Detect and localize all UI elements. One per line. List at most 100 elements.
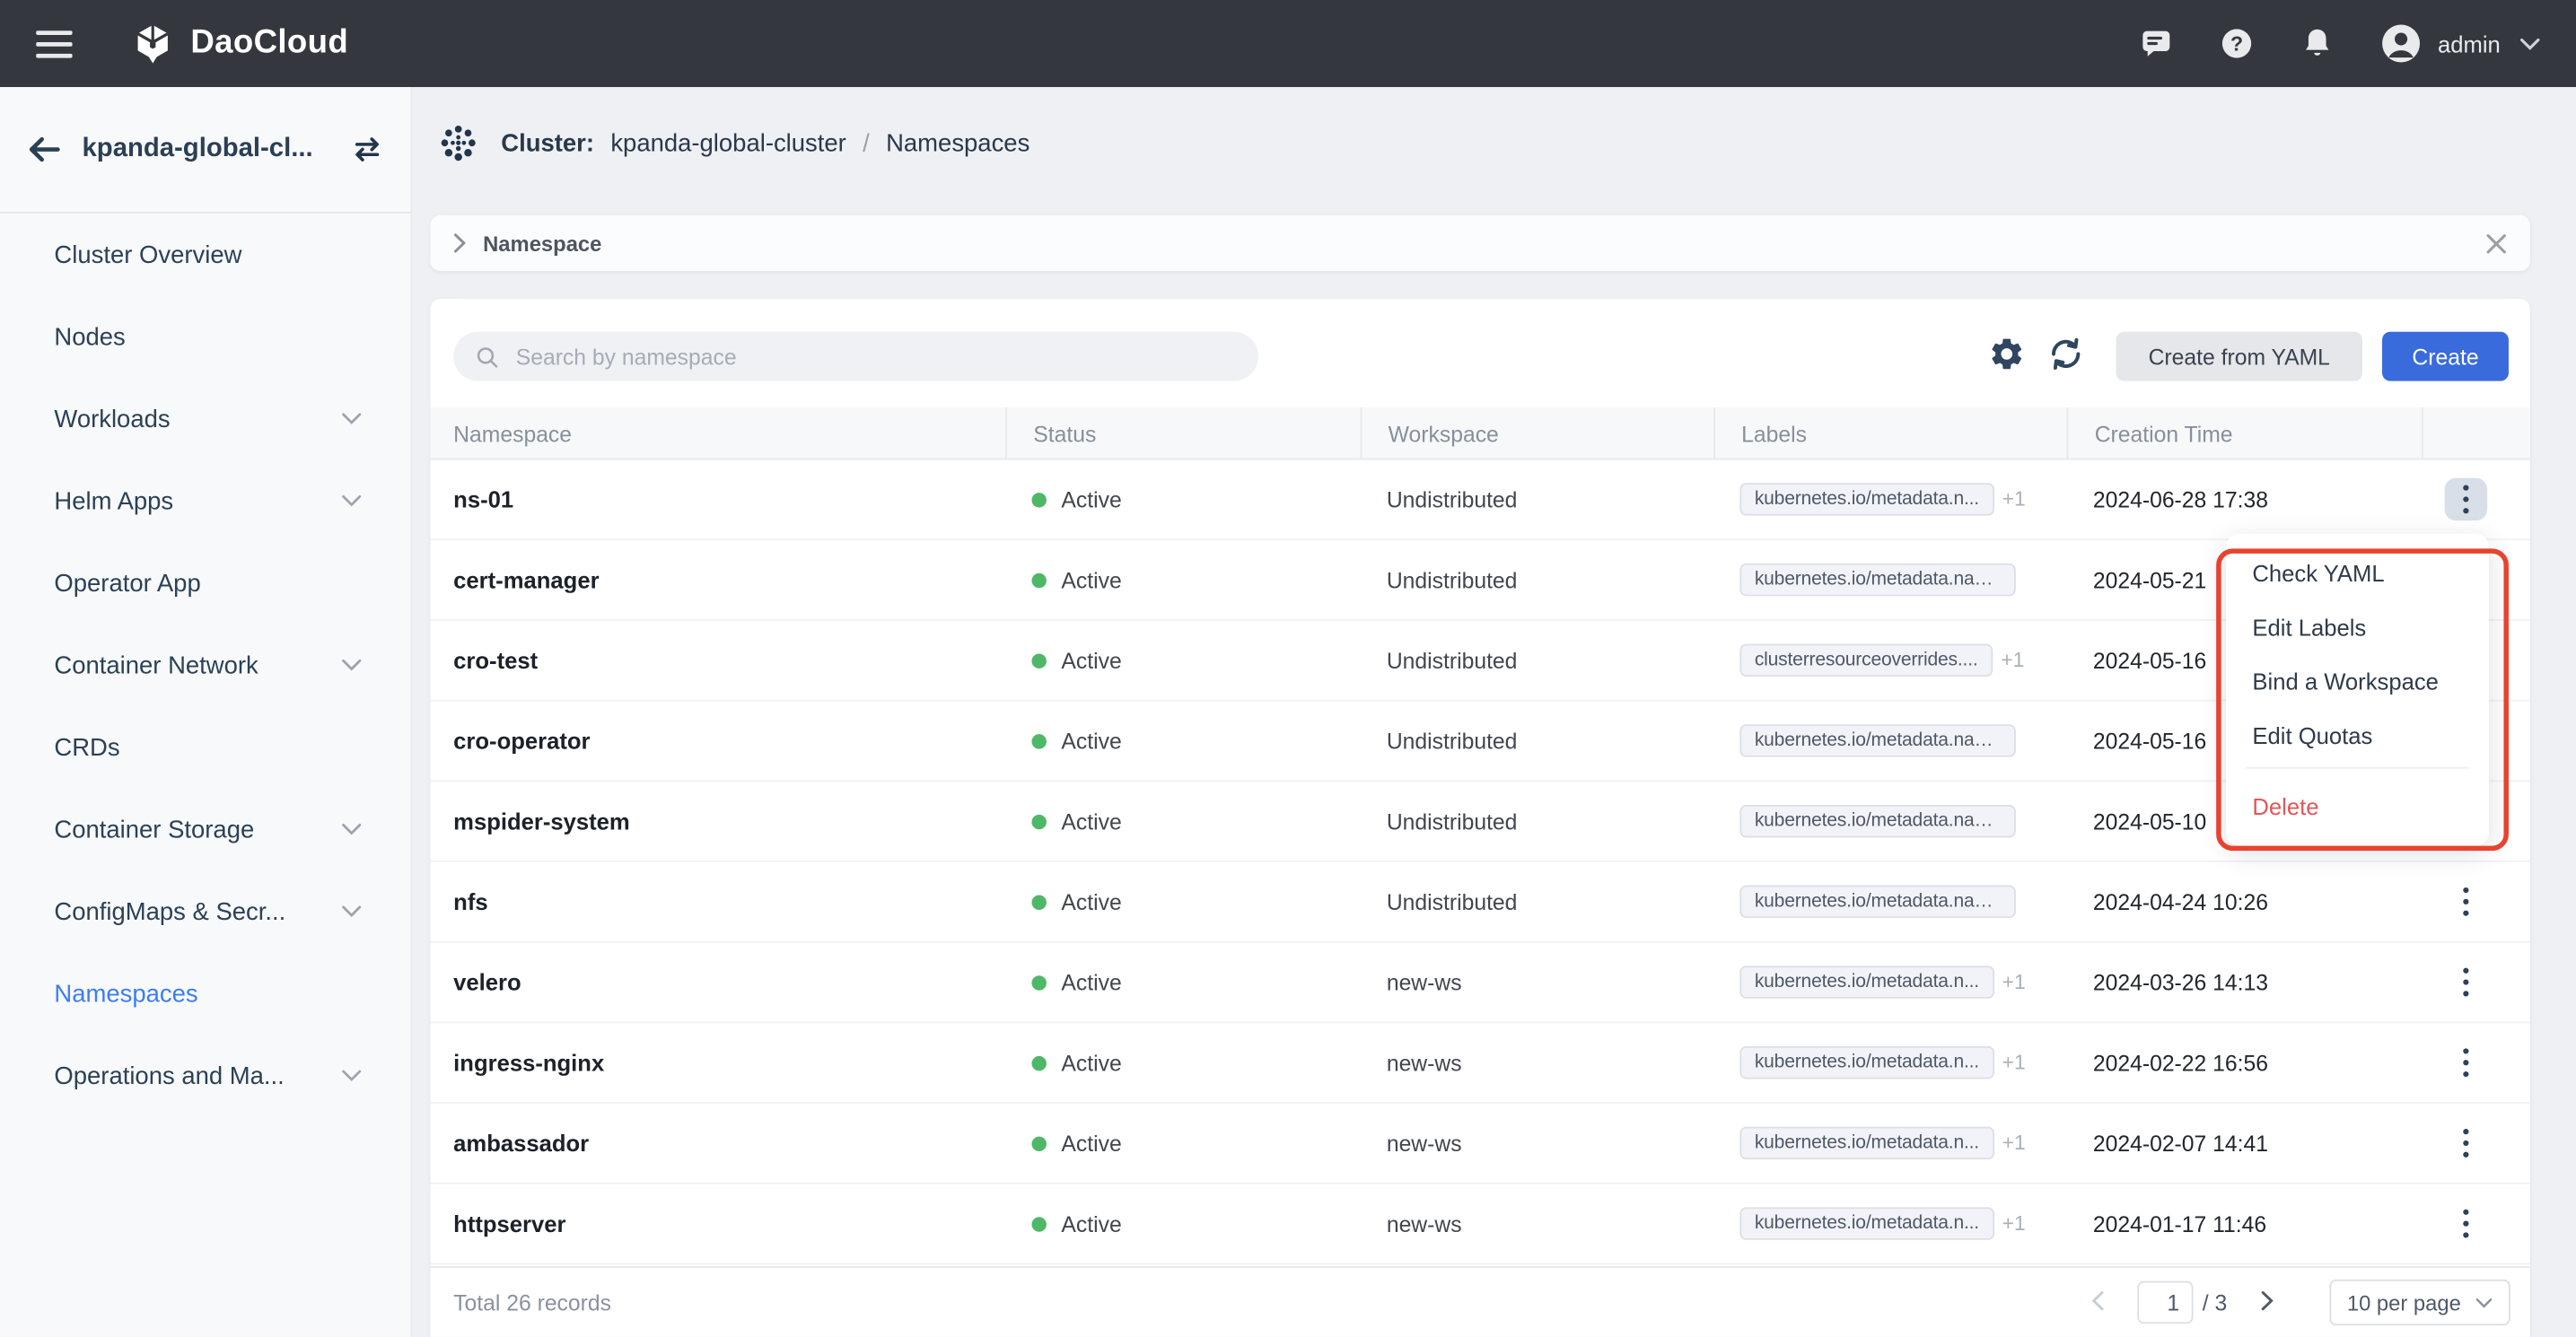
chevron-down-icon bbox=[342, 905, 362, 919]
menu-item-bind-a-workspace[interactable]: Bind a Workspace bbox=[2226, 655, 2489, 709]
sidebar-item-container-network[interactable]: Container Network bbox=[0, 625, 411, 707]
sidebar-item-container-storage[interactable]: Container Storage bbox=[0, 789, 411, 871]
label-more-count[interactable]: +1 bbox=[2001, 649, 2024, 672]
status-text: Active bbox=[1061, 970, 1121, 994]
labels-cell: kubernetes.io/metadata.n... +1 bbox=[1713, 1046, 2067, 1079]
table-row: ns-01ActiveUndistributedkubernetes.io/me… bbox=[431, 459, 2530, 540]
sidebar-item-namespaces[interactable]: Namespaces bbox=[0, 953, 411, 1036]
namespaces-card: Create from YAML Create Namespace Status… bbox=[431, 299, 2530, 1337]
status-dot bbox=[1031, 1216, 1046, 1230]
row-actions-kebab-button[interactable] bbox=[2445, 1122, 2488, 1165]
sidebar-item-label: CRDs bbox=[54, 733, 361, 761]
label-chip[interactable]: kubernetes.io/metadata.n... bbox=[1739, 1127, 1993, 1160]
next-page-icon[interactable] bbox=[2260, 1291, 2276, 1315]
page-number-input[interactable] bbox=[2137, 1281, 2193, 1324]
label-chip[interactable]: clusterresourceoverrides.... bbox=[1739, 643, 1993, 677]
sidebar-item-label: ConfigMaps & Secr... bbox=[54, 897, 341, 925]
labels-cell: kubernetes.io/metadata.nam... bbox=[1713, 724, 2067, 757]
status-dot bbox=[1031, 1055, 1046, 1070]
refresh-icon[interactable] bbox=[2047, 335, 2090, 378]
menu-item-check-yaml[interactable]: Check YAML bbox=[2226, 547, 2489, 601]
namespace-name: cro-operator bbox=[431, 728, 1006, 754]
search-input[interactable] bbox=[513, 343, 1258, 371]
table-row: ambassadorActivenew-wskubernetes.io/meta… bbox=[431, 1104, 2530, 1184]
create-button[interactable]: Create bbox=[2382, 332, 2509, 381]
help-icon[interactable]: ? bbox=[2220, 26, 2254, 60]
menu-item-edit-labels[interactable]: Edit Labels bbox=[2226, 601, 2489, 655]
menu-divider bbox=[2246, 767, 2469, 769]
label-chip[interactable]: kubernetes.io/metadata.nam... bbox=[1739, 564, 2015, 597]
chevron-down-icon bbox=[342, 1070, 362, 1083]
row-actions-kebab-button[interactable] bbox=[2445, 1202, 2488, 1245]
workspace-cell: new-ws bbox=[1361, 1131, 1714, 1155]
page-size-select[interactable]: 10 per page bbox=[2329, 1280, 2510, 1325]
topbar-actions: ? admin bbox=[2093, 23, 2540, 65]
label-chip[interactable]: kubernetes.io/metadata.n... bbox=[1739, 966, 1993, 999]
status-cell: Active bbox=[1005, 970, 1360, 994]
sidebar-item-helm-apps[interactable]: Helm Apps bbox=[0, 459, 411, 542]
label-more-count[interactable]: +1 bbox=[2002, 1132, 2026, 1155]
back-arrow-icon[interactable] bbox=[28, 136, 61, 162]
table-row: cro-testActiveUndistributedclusterresour… bbox=[431, 621, 2530, 702]
pagination: / 3 10 per page bbox=[2090, 1280, 2510, 1325]
sidebar-item-configmaps-secr[interactable]: ConfigMaps & Secr... bbox=[0, 870, 411, 953]
column-header-labels: Labels bbox=[1713, 407, 2067, 460]
label-chip[interactable]: kubernetes.io/metadata.n... bbox=[1739, 1207, 1993, 1240]
column-header-creation-time: Creation Time bbox=[2067, 407, 2422, 460]
sidebar-item-operator-app[interactable]: Operator App bbox=[0, 542, 411, 625]
label-more-count[interactable]: +1 bbox=[2002, 488, 2026, 511]
menu-item-delete[interactable]: Delete bbox=[2226, 780, 2489, 834]
workspace-cell: Undistributed bbox=[1361, 889, 1714, 913]
close-icon[interactable] bbox=[2485, 232, 2507, 254]
label-chip[interactable]: kubernetes.io/metadata.n... bbox=[1739, 483, 1993, 516]
status-text: Active bbox=[1061, 729, 1121, 753]
breadcrumb-cluster-name[interactable]: kpanda-global-cluster bbox=[610, 129, 846, 157]
sidebar-item-cluster-overview[interactable]: Cluster Overview bbox=[0, 214, 411, 296]
sidebar-item-label: Helm Apps bbox=[54, 487, 341, 515]
create-from-yaml-button[interactable]: Create from YAML bbox=[2116, 332, 2362, 381]
search-box bbox=[453, 332, 1258, 381]
sidebar-item-operations-and-ma[interactable]: Operations and Ma... bbox=[0, 1035, 411, 1117]
status-cell: Active bbox=[1005, 487, 1360, 511]
label-chip[interactable]: kubernetes.io/metadata.n... bbox=[1739, 1046, 1993, 1079]
label-chip[interactable]: kubernetes.io/metadata.nam... bbox=[1739, 805, 2015, 838]
status-dot bbox=[1031, 974, 1046, 989]
switch-cluster-icon[interactable] bbox=[352, 136, 383, 162]
menu-item-edit-quotas[interactable]: Edit Quotas bbox=[2226, 710, 2489, 764]
sidebar-item-nodes[interactable]: Nodes bbox=[0, 295, 411, 378]
main-content: Cluster: kpanda-global-cluster / Namespa… bbox=[412, 87, 2576, 1337]
user-menu-chevron-icon[interactable] bbox=[2520, 37, 2540, 50]
label-more-count[interactable]: +1 bbox=[2002, 1051, 2026, 1074]
status-cell: Active bbox=[1005, 808, 1360, 833]
row-actions-kebab-button[interactable] bbox=[2445, 880, 2488, 923]
search-icon bbox=[475, 344, 499, 368]
messages-icon[interactable] bbox=[2139, 26, 2173, 60]
label-chip[interactable]: kubernetes.io/metadata.nam... bbox=[1739, 724, 2015, 757]
hamburger-menu-icon[interactable] bbox=[36, 29, 72, 58]
sidebar-item-workloads[interactable]: Workloads bbox=[0, 378, 411, 460]
sidebar-item-crds[interactable]: CRDs bbox=[0, 706, 411, 789]
label-more-count[interactable]: +1 bbox=[2002, 1212, 2026, 1236]
workspace-cell: new-ws bbox=[1361, 1211, 1714, 1236]
page-size-value: 10 per page bbox=[2347, 1290, 2461, 1315]
label-chip[interactable]: kubernetes.io/metadata.nam... bbox=[1739, 886, 2015, 919]
user-avatar[interactable] bbox=[2380, 23, 2422, 65]
current-cluster-name[interactable]: kpanda-global-cl... bbox=[83, 135, 352, 164]
daocloud-logo[interactable]: DaoCloud bbox=[131, 22, 348, 66]
row-actions-kebab-button[interactable] bbox=[2445, 1041, 2488, 1084]
notifications-bell-icon[interactable] bbox=[2300, 26, 2334, 60]
sidebar-item-label: Container Storage bbox=[54, 816, 341, 843]
app-root: DaoCloud ? admin kpan bbox=[0, 0, 2576, 1337]
page-total: / 3 bbox=[2203, 1290, 2227, 1315]
row-actions-kebab-button[interactable] bbox=[2445, 478, 2488, 521]
settings-gear-icon[interactable] bbox=[1988, 335, 2031, 378]
cluster-switcher: kpanda-global-cl... bbox=[0, 87, 411, 214]
table-row: cert-managerActiveUndistributedkubernete… bbox=[431, 540, 2530, 621]
row-actions-kebab-button[interactable] bbox=[2445, 961, 2488, 1004]
prev-page-icon[interactable] bbox=[2090, 1291, 2107, 1315]
collapse-bar-label: Namespace bbox=[483, 231, 601, 255]
namespace-collapse-bar[interactable]: Namespace bbox=[431, 215, 2530, 271]
label-more-count[interactable]: +1 bbox=[2002, 971, 2026, 994]
chevron-down-icon bbox=[342, 659, 362, 672]
creation-time-cell: 2024-04-24 10:26 bbox=[2067, 889, 2422, 913]
